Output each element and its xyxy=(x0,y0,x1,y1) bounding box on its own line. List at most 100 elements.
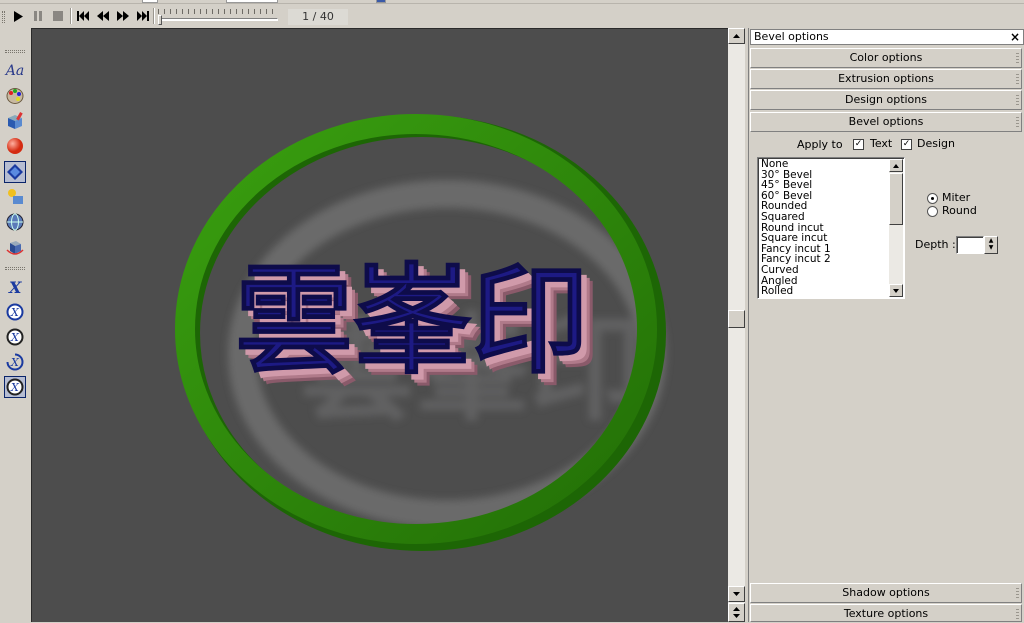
forward-button[interactable] xyxy=(115,8,131,24)
list-scroll-thumb[interactable] xyxy=(889,173,903,225)
grip-icon xyxy=(1016,95,1019,105)
tool-grip[interactable] xyxy=(5,267,25,270)
miter-label: Miter xyxy=(942,191,971,204)
section-label: Extrusion options xyxy=(838,72,934,85)
rewind-button[interactable] xyxy=(95,8,111,24)
rotate-x-button[interactable]: X xyxy=(4,276,26,298)
palette-icon xyxy=(6,88,24,104)
apply-to-label: Apply to xyxy=(797,138,843,151)
svg-text:X: X xyxy=(10,381,20,394)
section-extrusion-options[interactable]: Extrusion options xyxy=(750,69,1022,89)
grip-icon xyxy=(1016,53,1019,63)
scroll-down-button[interactable] xyxy=(728,586,745,602)
arrow-up-icon xyxy=(893,163,899,168)
rewind-icon xyxy=(97,11,109,21)
bevel-type-list[interactable]: None 30° Bevel 45° Bevel 60° Bevel Rounded Sq… xyxy=(757,157,905,299)
slider-thumb[interactable] xyxy=(158,15,162,25)
panel-title: Bevel options xyxy=(754,30,829,43)
rotate-x-circle-button[interactable]: X xyxy=(4,301,26,323)
svg-text:X: X xyxy=(10,306,20,319)
bevel-list-item[interactable]: Rolled xyxy=(761,286,889,297)
3d-render: 雲峯印 雲峯印 雲峯印 雲峯印 雲峯印 xyxy=(175,114,666,551)
text-tool-icon: Aa xyxy=(5,63,25,79)
rotate-x-circle-4-icon: X xyxy=(6,378,24,396)
tool-grip[interactable] xyxy=(5,50,25,53)
section-shadow-options[interactable]: Shadow options xyxy=(750,583,1022,603)
pause-button[interactable] xyxy=(30,8,46,24)
material-tool-button[interactable] xyxy=(4,110,26,132)
section-design-options[interactable]: Design options xyxy=(750,90,1022,110)
close-icon[interactable]: × xyxy=(1010,30,1020,44)
apply-design-checkbox[interactable]: ✓ xyxy=(901,139,912,150)
first-frame-button[interactable] xyxy=(75,8,91,24)
section-label: Color options xyxy=(849,51,923,64)
section-color-options[interactable]: Color options xyxy=(750,48,1022,68)
scroll-up-button[interactable] xyxy=(728,28,745,44)
color-tool-button[interactable] xyxy=(4,85,26,107)
list-scroll-up[interactable] xyxy=(889,159,903,172)
viewport-scrollbar[interactable] xyxy=(728,28,745,622)
svg-text:X: X xyxy=(10,356,20,369)
apply-text-label: Text xyxy=(870,137,893,150)
list-scroll-down[interactable] xyxy=(889,284,903,297)
arrow-down-icon xyxy=(733,592,740,596)
rotate-x-circle-alt-button[interactable]: X xyxy=(4,326,26,348)
scroll-thumb[interactable] xyxy=(728,310,745,328)
apply-design-label: Design xyxy=(917,137,955,150)
bevel-list-item[interactable]: None xyxy=(761,159,889,170)
text-tool-button[interactable]: Aa xyxy=(4,60,26,82)
depth-input[interactable] xyxy=(956,236,984,254)
pause-icon xyxy=(34,11,42,21)
rotate-x-circle-3-button[interactable]: X xyxy=(4,351,26,373)
cube-rotate-icon xyxy=(6,241,24,255)
grip-icon xyxy=(1016,74,1019,84)
section-label: Design options xyxy=(845,93,927,106)
svg-text:X: X xyxy=(10,331,20,344)
environment-tool-button[interactable] xyxy=(4,211,26,233)
globe-icon xyxy=(6,213,24,231)
section-label: Texture options xyxy=(843,607,929,620)
rotate-x-circle-4-button[interactable]: X xyxy=(4,376,26,398)
object-tool-button[interactable] xyxy=(4,236,26,258)
grip-icon xyxy=(1016,588,1019,598)
separator xyxy=(70,8,72,24)
arrow-up-icon xyxy=(733,34,740,38)
separator xyxy=(153,8,155,24)
skip-first-icon xyxy=(77,11,89,21)
depth-spinner[interactable]: ▲ ▼ xyxy=(984,236,998,254)
sphere-icon xyxy=(7,138,23,154)
toolbar-grip[interactable] xyxy=(2,11,5,23)
options-panel: Bevel options × Color options Extrusion … xyxy=(748,28,1024,622)
shapes-icon xyxy=(8,189,23,204)
svg-text:X: X xyxy=(8,278,22,296)
shapes-tool-button[interactable] xyxy=(4,186,26,208)
round-radio[interactable] xyxy=(927,206,938,217)
stop-button[interactable] xyxy=(50,8,66,24)
tool-column: Aa X X X X X xyxy=(0,40,30,600)
miter-radio[interactable] xyxy=(927,193,938,204)
play-button[interactable] xyxy=(10,8,26,24)
split-button[interactable] xyxy=(728,603,745,622)
section-bevel-options[interactable]: Bevel options xyxy=(750,112,1022,132)
section-texture-options[interactable]: Texture options xyxy=(750,604,1022,622)
bevel-tool-button[interactable] xyxy=(4,161,26,183)
apply-text-checkbox[interactable]: ✓ xyxy=(853,139,864,150)
render-viewport[interactable]: 雲峯印 雲峯印 雲峯印 雲峯印 雲峯印 xyxy=(31,28,728,622)
last-frame-button[interactable] xyxy=(135,8,151,24)
section-label: Shadow options xyxy=(842,586,930,599)
timeline-slider[interactable] xyxy=(158,9,280,25)
panel-title-bar: Bevel options × xyxy=(750,29,1024,45)
bevel-list-item[interactable]: Squared xyxy=(761,212,889,223)
fast-forward-icon xyxy=(117,11,129,21)
bevel-list-items: None 30° Bevel 45° Bevel 60° Bevel Rounded Sq… xyxy=(761,159,889,297)
list-scrollbar[interactable] xyxy=(889,159,903,297)
play-icon xyxy=(14,10,23,22)
grip-icon xyxy=(1016,117,1019,127)
bevel-list-item[interactable]: Curved xyxy=(761,265,889,276)
depth-label: Depth : xyxy=(915,238,956,251)
arrow-down-icon xyxy=(893,288,899,293)
lighting-tool-button[interactable] xyxy=(4,135,26,157)
round-label: Round xyxy=(942,204,977,217)
section-label: Bevel options xyxy=(848,115,924,128)
stop-icon xyxy=(53,11,63,21)
